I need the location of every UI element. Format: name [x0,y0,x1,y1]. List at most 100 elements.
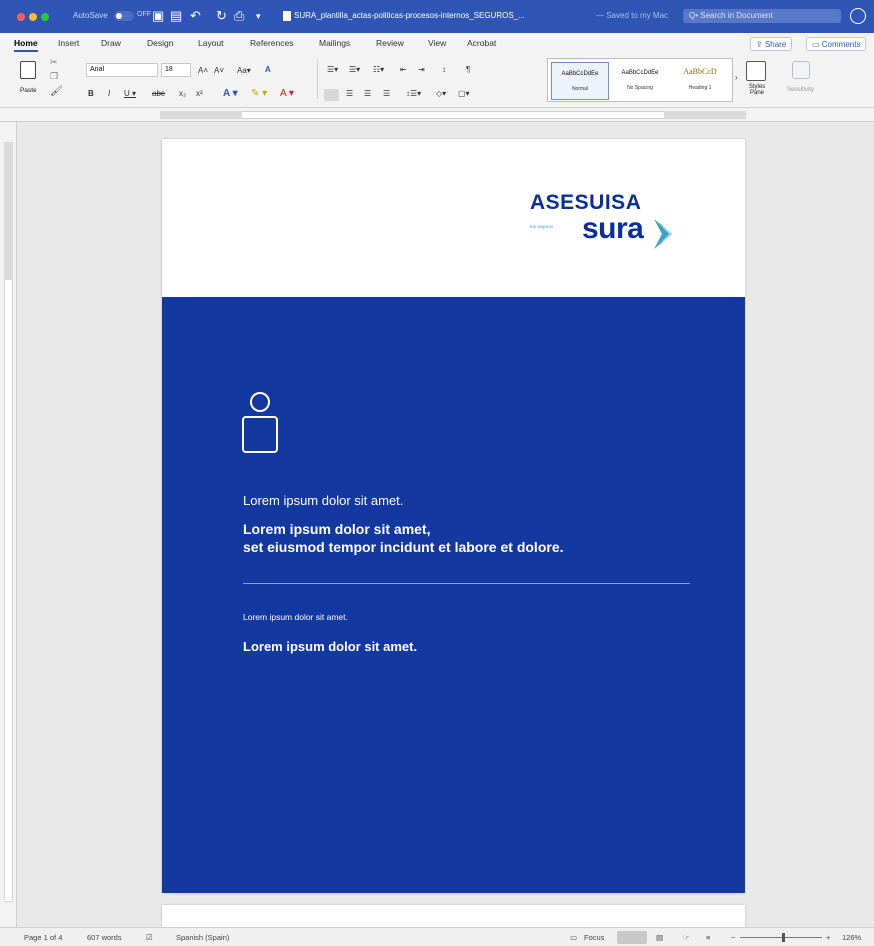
redo-icon[interactable]: ↻ [216,8,227,24]
autosave-toggle[interactable] [114,11,134,21]
page-count[interactable]: Page 1 of 4 [24,933,62,942]
divider [317,59,318,99]
close-window-button[interactable] [17,13,25,21]
cover-block: Lorem ipsum dolor sit amet. Lorem ipsum … [162,297,745,893]
cover-title-line-2: set eiusmod tempor incidunt et labore et… [243,539,564,555]
search-document-input[interactable]: Q• Search in Document [683,9,841,23]
read-mode-icon[interactable]: ☞ [683,933,690,942]
account-icon[interactable] [850,8,866,24]
user-icon [242,392,278,453]
tab-view[interactable]: View [428,38,446,48]
justify-icon[interactable]: ☰ [383,89,390,98]
logo-wordmark-bottom: sura [582,212,644,245]
subscript-icon[interactable]: x₂ [179,89,186,98]
italic-icon[interactable]: I [108,89,110,98]
style-no-spacing[interactable]: AaBbCcDdEe No Spacing [611,62,669,100]
style-heading-1[interactable]: AaBbCcD Heading 1 [671,62,729,100]
outline-view-icon[interactable]: ≡ [706,933,710,942]
style-normal[interactable]: AaBbCcDdEe Normal [551,62,609,100]
status-bar: Page 1 of 4 607 words ☑ Spanish (Spain) … [0,927,874,946]
zoom-in-icon[interactable]: + [826,933,830,942]
proofing-icon[interactable]: ☑ [146,933,153,942]
undo-icon[interactable]: ↶ [190,8,201,24]
share-button[interactable]: ⇪ Share [750,37,793,51]
align-center-icon[interactable]: ☰ [346,89,353,98]
print-icon[interactable]: ⎙ [234,8,244,24]
underline-icon[interactable]: U ▾ [124,89,136,98]
gallery-expand-icon[interactable]: › [735,73,738,82]
document-page[interactable]: ASESUISA tus seguros sura Lorem ipsum do… [162,139,745,893]
logo-wing-icon [654,219,672,249]
decrease-indent-icon[interactable]: ⇤ [400,65,407,74]
horizontal-ruler[interactable] [0,108,874,122]
styles-pane-label[interactable]: Styles Pane [745,84,769,96]
align-right-icon[interactable]: ☰ [364,89,371,98]
highlight-icon[interactable]: ✎ ▾ [251,88,267,99]
change-case-icon[interactable]: Aa▾ [237,66,251,75]
tab-home[interactable]: Home [14,38,38,52]
zoom-level[interactable]: 126% [842,933,861,942]
clear-formatting-icon[interactable]: A [265,65,271,74]
tab-mailings[interactable]: Mailings [319,38,350,48]
borders-icon[interactable]: ▢▾ [458,89,470,98]
font-size-select[interactable]: 18 [161,63,191,77]
tab-design[interactable]: Design [147,38,173,48]
home-icon[interactable]: ▣ [152,8,164,24]
ruler-left-margin [160,111,242,119]
tab-references[interactable]: References [250,38,293,48]
bold-icon[interactable]: B [88,89,94,98]
web-layout-icon[interactable]: ▤ [656,933,663,942]
document-page-2[interactable] [162,905,745,927]
save-icon[interactable]: ▤ [170,8,182,24]
comments-button[interactable]: ▭ Comments [806,37,867,51]
tab-draw[interactable]: Draw [101,38,121,48]
font-color-icon[interactable]: A ▾ [280,88,294,99]
minimize-window-button[interactable] [29,13,37,21]
tab-insert[interactable]: Insert [58,38,79,48]
ribbon-tabs: Home Insert Draw Design Layout Reference… [0,33,874,53]
tab-review[interactable]: Review [376,38,404,48]
align-left-icon[interactable] [324,89,339,101]
comments-label: Comments [821,40,861,49]
vertical-ruler[interactable] [0,122,17,927]
cover-label: Lorem ipsum dolor sit amet. [243,612,348,622]
zoom-out-icon[interactable]: − [731,933,735,942]
numbering-icon[interactable]: ☰▾ [349,65,360,74]
tab-layout[interactable]: Layout [198,38,224,48]
sort-icon[interactable]: ↕ [442,65,446,74]
show-formatting-icon[interactable]: ¶ [466,65,470,74]
autosave-label: AutoSave [73,11,108,20]
superscript-icon[interactable]: x² [196,89,203,98]
title-bar: AutoSave OFF ▣ ▤ ↶ ↻ ⎙ ▾ SURA_plantilla_… [0,0,874,33]
grow-font-icon[interactable]: A˄ [198,66,208,75]
multilevel-list-icon[interactable]: ☷▾ [373,65,384,74]
text-effects-icon[interactable]: A ▾ [223,88,238,99]
increase-indent-icon[interactable]: ⇥ [418,65,425,74]
strikethrough-icon[interactable]: abc [152,89,165,98]
word-count[interactable]: 607 words [87,933,122,942]
cover-value: Lorem ipsum dolor sit amet. [243,639,418,654]
autosave-state: OFF [137,11,151,18]
bullets-icon[interactable]: ☰▾ [327,65,338,74]
focus-label[interactable]: Focus [584,933,604,942]
cut-icon[interactable]: ✂ [50,57,58,68]
format-painter-icon[interactable]: 🖌 [50,86,63,97]
ruler-top-margin [4,142,13,280]
tab-acrobat[interactable]: Acrobat [467,38,496,48]
customize-toolbar-icon[interactable]: ▾ [256,11,261,22]
shading-icon[interactable]: ◇▾ [436,89,446,98]
shrink-font-icon[interactable]: A˅ [214,66,224,75]
paste-icon[interactable] [20,61,36,79]
zoom-window-button[interactable] [41,13,49,21]
cover-divider [243,583,690,584]
zoom-slider-thumb[interactable] [782,933,785,942]
line-spacing-icon[interactable]: ↕☰▾ [406,89,421,98]
language-label[interactable]: Spanish (Spain) [176,933,229,942]
styles-pane-icon[interactable] [746,61,766,81]
sensitivity-icon[interactable] [792,61,810,79]
focus-icon[interactable]: ▭ [570,933,577,942]
font-name-select[interactable]: Arial [86,63,158,77]
zoom-slider[interactable] [740,937,822,938]
copy-icon[interactable]: ❐ [50,71,58,82]
print-layout-view-button[interactable] [617,931,647,944]
